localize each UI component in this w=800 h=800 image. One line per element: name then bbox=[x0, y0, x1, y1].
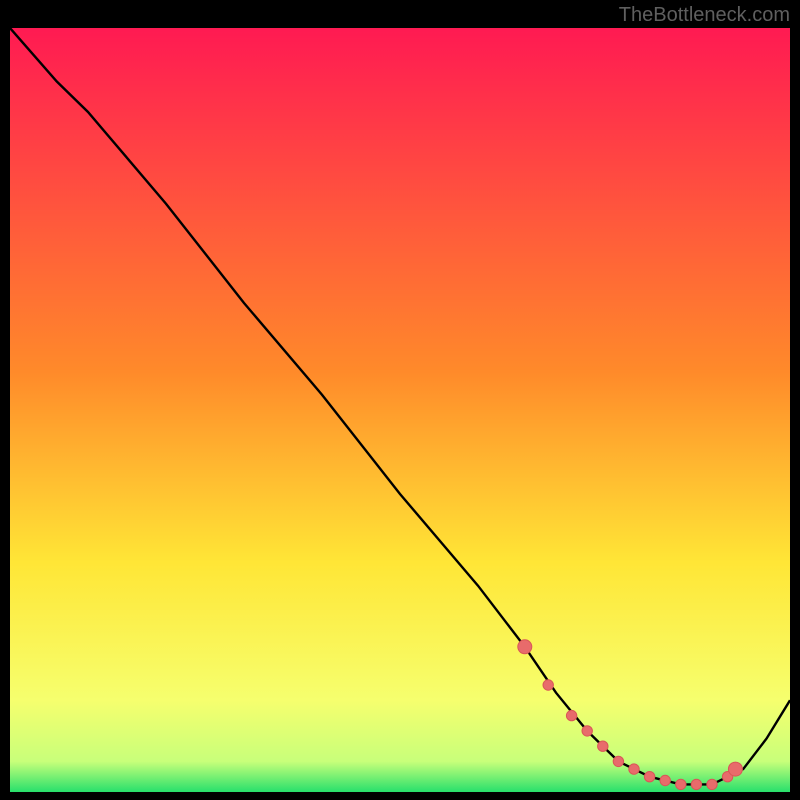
curve-marker bbox=[691, 779, 701, 789]
watermark-text: TheBottleneck.com bbox=[619, 4, 790, 27]
curve-marker bbox=[629, 764, 639, 774]
curve-marker bbox=[728, 762, 742, 776]
curve-marker bbox=[707, 779, 717, 789]
curve-marker bbox=[676, 779, 686, 789]
chart-stage: TheBottleneck.com bbox=[0, 0, 800, 800]
curve-marker bbox=[660, 775, 670, 785]
curve-marker bbox=[598, 741, 608, 751]
curve-marker bbox=[613, 756, 623, 766]
gradient-background bbox=[10, 28, 790, 792]
bottleneck-plot bbox=[10, 28, 790, 792]
curve-marker bbox=[582, 726, 592, 736]
curve-marker bbox=[566, 710, 576, 720]
curve-marker bbox=[644, 772, 654, 782]
curve-marker bbox=[543, 680, 553, 690]
curve-marker bbox=[518, 640, 532, 654]
